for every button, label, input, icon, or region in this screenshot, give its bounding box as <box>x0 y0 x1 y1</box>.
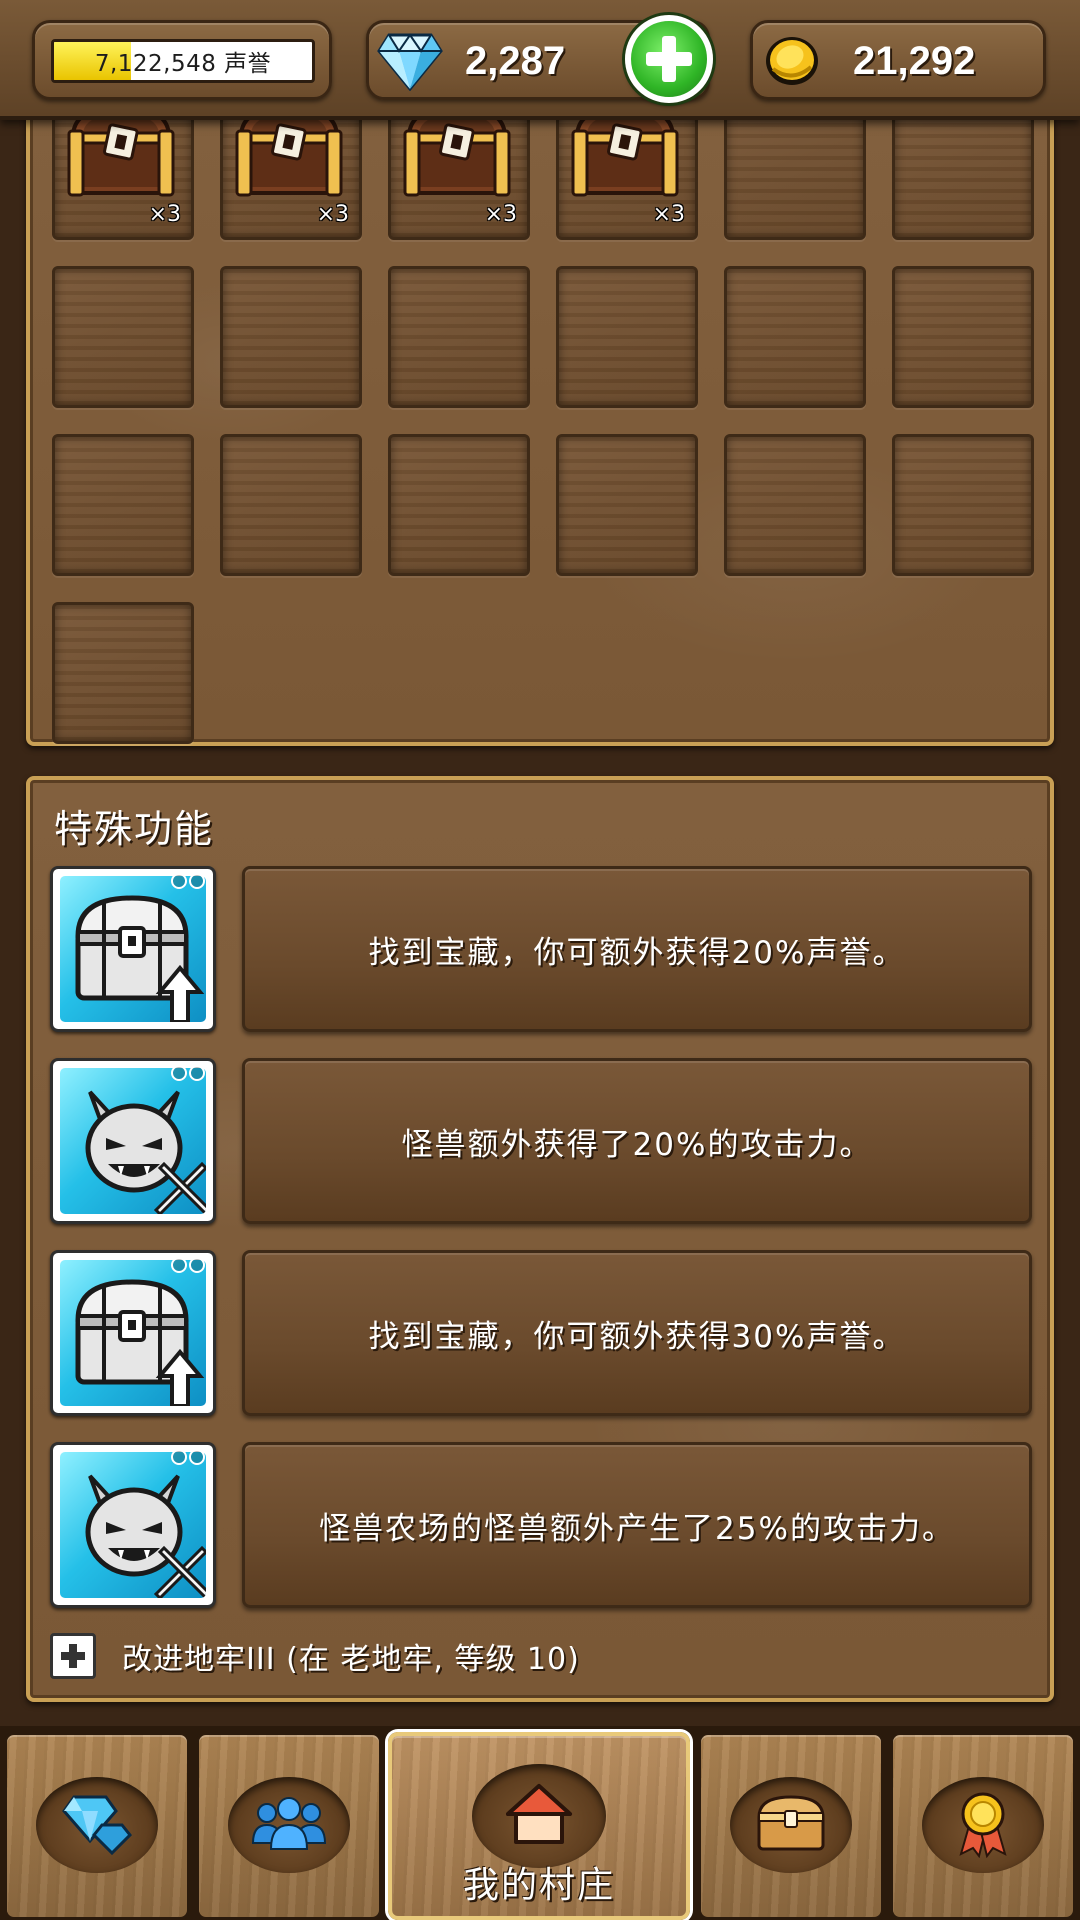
inventory-slot-empty[interactable] <box>52 434 194 576</box>
inventory-slot-empty[interactable] <box>52 266 194 408</box>
fame-counter: 7,122,548 声誉 <box>32 20 332 100</box>
feature-icon-tile[interactable] <box>50 1058 216 1224</box>
inventory-slot-empty[interactable] <box>220 266 362 408</box>
inventory-slot-empty[interactable] <box>388 434 530 576</box>
inventory-slot-empty[interactable] <box>556 434 698 576</box>
gem-counter: 2,287 <box>366 15 713 103</box>
inventory-slot-empty[interactable] <box>892 266 1034 408</box>
nav-tab-diamond[interactable] <box>4 1732 190 1920</box>
feature-description: 找到宝藏，你可额外获得20%声誉。 <box>242 866 1032 1032</box>
chest-icon <box>751 1791 831 1859</box>
feature-icon-tile[interactable] <box>50 1442 216 1608</box>
nav-icon-well <box>228 1777 350 1873</box>
item-quantity: ×3 <box>148 202 181 227</box>
inventory-slot-empty[interactable] <box>556 266 698 408</box>
fame-progress-bar: 7,122,548 声誉 <box>51 39 315 83</box>
gold-value: 21,292 <box>853 38 976 83</box>
inventory-slot-empty[interactable] <box>724 434 866 576</box>
monster-sword-icon <box>60 1452 206 1598</box>
nav-tab-chest[interactable] <box>698 1732 884 1920</box>
inventory-slot-empty[interactable] <box>388 266 530 408</box>
level-dots <box>171 1065 205 1081</box>
chest-up-icon <box>60 876 206 1022</box>
bottom-navigation: 我的村庄 <box>0 1726 1080 1920</box>
plus-box-icon[interactable] <box>50 1633 96 1679</box>
feature-description: 怪兽额外获得了20%的攻击力。 <box>242 1058 1032 1224</box>
level-dots <box>171 873 205 889</box>
nav-icon-well <box>36 1777 158 1873</box>
monster-sword-icon <box>60 1068 206 1214</box>
diamond-icon <box>377 33 443 91</box>
item-quantity: ×3 <box>652 202 685 227</box>
level-dots <box>171 1449 205 1465</box>
section-title: 特殊功能 <box>54 807 215 851</box>
medal-icon <box>953 1788 1013 1862</box>
upgrade-requirement[interactable]: 改进地牢III (在 老地牢, 等级 10) <box>50 1632 580 1680</box>
nav-tab-label: 我的村庄 <box>462 1865 615 1906</box>
fame-value: 7,122,548 声誉 <box>94 51 272 77</box>
level-dots <box>171 1257 205 1273</box>
inventory-slot-empty[interactable] <box>52 602 194 744</box>
gold-counter: 21,292 <box>750 20 1046 100</box>
chest-up-icon <box>60 1260 206 1406</box>
gold-coin-icon <box>766 37 818 85</box>
top-resource-bar: 7,122,548 声誉 2,287 21,292 <box>0 0 1080 120</box>
feature-icon-tile[interactable] <box>50 866 216 1032</box>
nav-icon-well <box>730 1777 852 1873</box>
nav-tab-people[interactable] <box>196 1732 382 1920</box>
special-features-panel: 特殊功能 找到宝藏，你可额外获得20%声誉。 怪兽额外获得了20%的攻击力。 找… <box>26 776 1054 1702</box>
feature-description: 找到宝藏，你可额外获得30%声誉。 <box>242 1250 1032 1416</box>
nav-tab-house[interactable]: 我的村庄 <box>388 1732 690 1920</box>
feature-icon-tile[interactable] <box>50 1250 216 1416</box>
item-quantity: ×3 <box>316 202 349 227</box>
inventory-slot-empty[interactable] <box>892 434 1034 576</box>
buy-gems-button[interactable] <box>625 15 713 103</box>
feature-description: 怪兽农场的怪兽额外产生了25%的攻击力。 <box>242 1442 1032 1608</box>
upgrade-requirement-text: 改进地牢III (在 老地牢, 等级 10) <box>122 1642 580 1677</box>
inventory-slot-empty[interactable] <box>724 266 866 408</box>
inventory-panel: ×3 ×3 ×3 ×3 <box>26 98 1054 746</box>
nav-icon-well <box>472 1764 606 1868</box>
gem-value: 2,287 <box>465 38 566 83</box>
item-quantity: ×3 <box>484 202 517 227</box>
people-icon <box>249 1793 329 1857</box>
nav-tab-medal[interactable] <box>890 1732 1076 1920</box>
house-icon <box>504 1782 574 1850</box>
inventory-slot-empty[interactable] <box>220 434 362 576</box>
nav-icon-well <box>922 1777 1044 1873</box>
diamond-icon <box>62 1791 133 1859</box>
